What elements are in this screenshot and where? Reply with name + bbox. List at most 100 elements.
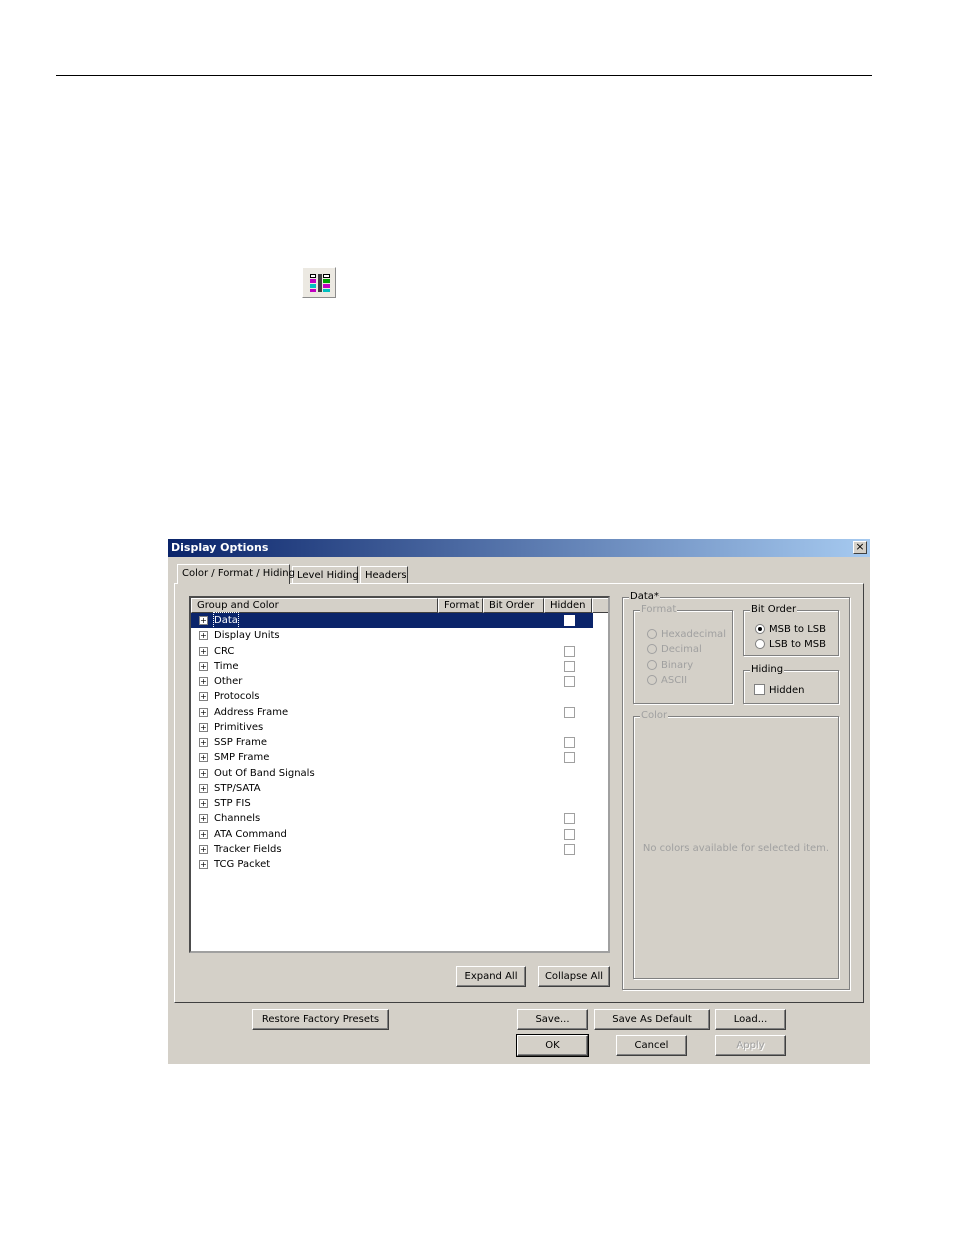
tree-row[interactable]: + Other xyxy=(191,674,593,689)
tab-color-format-hiding[interactable]: Color / Format / Hiding xyxy=(177,564,295,584)
radio-icon xyxy=(647,660,657,670)
display-options-dialog: Display Options × Color / Format / Hidin… xyxy=(168,539,870,1064)
tree-row[interactable]: + TCG Packet xyxy=(191,857,593,872)
bit-order-radio-lsb-to-msb[interactable]: LSB to MSB xyxy=(755,639,826,650)
hidden-checkbox[interactable] xyxy=(564,813,575,825)
expand-plus-icon[interactable]: + xyxy=(199,692,208,702)
expand-plus-icon[interactable]: + xyxy=(199,738,208,747)
radio-label: Hexadecimal xyxy=(661,629,726,640)
expand-plus-icon[interactable]: + xyxy=(199,768,208,778)
tree-row[interactable]: + Address Frame xyxy=(191,705,593,720)
format-radio-hexadecimal[interactable]: Hexadecimal xyxy=(647,629,726,640)
format-group-title: Format xyxy=(640,604,678,615)
tree-row-label: STP/SATA xyxy=(214,782,261,794)
expand-plus-icon[interactable]: + xyxy=(199,844,208,854)
cancel-button[interactable]: Cancel xyxy=(616,1035,687,1056)
format-radio-ascii[interactable]: ASCII xyxy=(647,675,687,686)
hidden-checkbox[interactable] xyxy=(564,737,575,748)
radio-icon xyxy=(647,629,657,639)
hidden-checkbox[interactable] xyxy=(564,676,575,687)
expand-plus-icon[interactable]: + xyxy=(199,677,208,686)
column-header-filler xyxy=(592,598,608,613)
save-button[interactable]: Save... xyxy=(517,1009,588,1030)
expand-plus-icon[interactable]: + xyxy=(199,631,208,641)
tree-row-label: CRC xyxy=(214,645,235,657)
expand-plus-icon[interactable]: + xyxy=(199,661,208,671)
hidden-checkbox[interactable] xyxy=(564,660,575,672)
tree-row-label: SSP Frame xyxy=(214,737,268,748)
expand-plus-icon[interactable]: + xyxy=(199,829,208,839)
radio-icon xyxy=(755,639,765,649)
hidden-checkbox[interactable] xyxy=(564,615,575,626)
group-tree[interactable]: Group and Color Format Bit Order Hidden … xyxy=(189,596,610,953)
bit-order-radio-msb-to-lsb[interactable]: MSB to LSB xyxy=(755,624,826,635)
radio-label: Binary xyxy=(661,660,694,671)
expand-plus-icon[interactable]: + xyxy=(199,707,208,717)
tree-row-label: Other xyxy=(214,676,243,687)
expand-plus-icon[interactable]: + xyxy=(199,783,208,793)
bit-order-group-title: Bit Order xyxy=(750,604,798,615)
column-header-hidden[interactable]: Hidden xyxy=(544,598,592,613)
bit-order-group: Bit Order MSB to LSB LSB to MSB xyxy=(743,604,839,656)
save-as-default-button[interactable]: Save As Default xyxy=(594,1009,710,1030)
column-header-format[interactable]: Format xyxy=(438,598,483,613)
expand-all-button[interactable]: Expand All xyxy=(456,966,526,987)
hidden-checkbox[interactable]: Hidden xyxy=(754,684,804,696)
expand-plus-icon[interactable]: + xyxy=(199,753,208,763)
tree-row[interactable]: + Time xyxy=(191,659,593,674)
ok-button[interactable]: OK xyxy=(516,1034,589,1057)
tab-headers[interactable]: Headers xyxy=(360,566,408,584)
restore-factory-presets-button[interactable]: Restore Factory Presets xyxy=(252,1009,389,1030)
tree-row-label: Time xyxy=(214,660,239,672)
hidden-checkbox[interactable] xyxy=(564,828,575,840)
radio-label: MSB to LSB xyxy=(769,624,827,635)
tree-row[interactable]: + ATA Command xyxy=(191,827,593,842)
tree-row-label: Display Units xyxy=(214,630,280,642)
checkbox-label: Hidden xyxy=(769,685,805,696)
display-options-icon xyxy=(310,274,330,292)
expand-plus-icon[interactable]: + xyxy=(199,814,208,824)
tree-row[interactable]: + Tracker Fields xyxy=(191,842,593,857)
title-bar: Display Options × xyxy=(168,539,870,557)
radio-label: LSB to MSB xyxy=(769,639,827,650)
tree-row-label: Data xyxy=(213,612,239,629)
format-radio-decimal[interactable]: Decimal xyxy=(647,644,702,655)
hidden-checkbox[interactable] xyxy=(564,645,575,657)
tree-row[interactable]: + CRC xyxy=(191,644,593,659)
close-button[interactable]: × xyxy=(853,541,867,554)
hiding-group: Hiding Hidden xyxy=(743,664,839,704)
tree-row[interactable]: + Channels xyxy=(191,811,593,826)
tree-row-label: Protocols xyxy=(214,691,260,703)
tree-row[interactable]: + Primitives xyxy=(191,720,593,735)
page-rule xyxy=(56,75,872,76)
tree-row[interactable]: + SMP Frame xyxy=(191,750,593,765)
format-radio-binary[interactable]: Binary xyxy=(647,660,693,671)
tree-row-label: Primitives xyxy=(214,721,264,733)
expand-plus-icon[interactable]: + xyxy=(199,646,208,656)
expand-plus-icon[interactable]: + xyxy=(199,616,208,625)
tree-row[interactable]: + Protocols xyxy=(191,689,593,704)
expand-plus-icon[interactable]: + xyxy=(199,860,208,869)
expand-plus-icon[interactable]: + xyxy=(199,799,208,808)
hidden-checkbox[interactable] xyxy=(564,752,575,764)
hidden-checkbox[interactable] xyxy=(564,706,575,718)
dialog-title: Display Options xyxy=(171,541,269,554)
tree-row[interactable]: + STP/SATA xyxy=(191,781,593,796)
tree-row[interactable]: + STP FIS xyxy=(191,796,593,811)
display-options-toolbar-icon[interactable] xyxy=(302,267,336,298)
tab-level-hiding[interactable]: Level Hiding xyxy=(292,566,359,584)
hidden-checkbox[interactable] xyxy=(564,843,575,855)
tree-row[interactable]: + SSP Frame xyxy=(191,735,593,750)
expand-plus-icon[interactable]: + xyxy=(199,722,208,732)
apply-button[interactable]: Apply xyxy=(715,1035,786,1056)
radio-icon xyxy=(647,675,657,685)
column-header-bit-order[interactable]: Bit Order xyxy=(483,598,544,613)
tree-row[interactable]: + Data xyxy=(191,612,593,629)
tree-row-label: TCG Packet xyxy=(214,859,271,870)
collapse-all-button[interactable]: Collapse All xyxy=(538,966,610,987)
column-header-group[interactable]: Group and Color xyxy=(191,598,438,613)
tree-row[interactable]: + Out Of Band Signals xyxy=(191,766,593,781)
load-button[interactable]: Load... xyxy=(715,1009,786,1030)
tree-row-label: ATA Command xyxy=(214,828,287,840)
tree-row[interactable]: + Display Units xyxy=(191,628,593,643)
